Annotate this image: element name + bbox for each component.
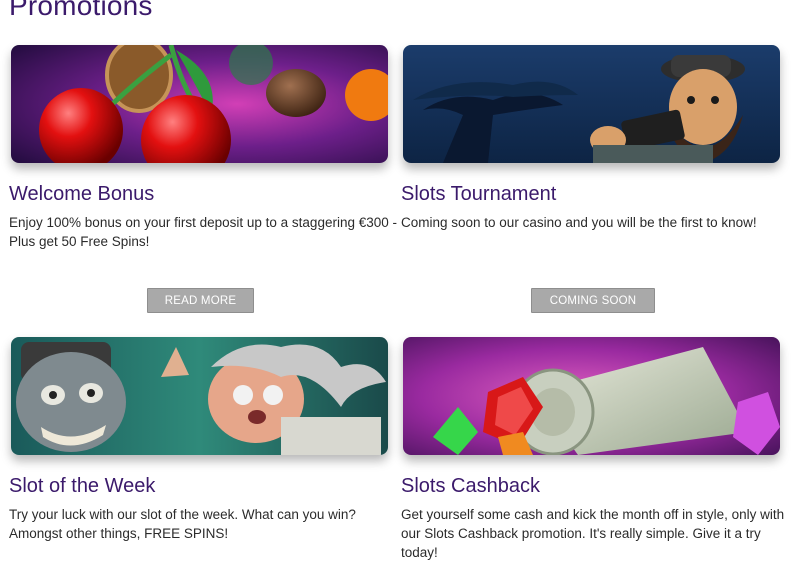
- promo-description: Get yourself some cash and kick the mont…: [401, 507, 785, 560]
- promo-card-welcome-bonus: Welcome Bonus Enjoy 100% bonus on your f…: [9, 45, 397, 320]
- promo-card-slot-of-the-week: Slot of the Week Try your luck with our …: [9, 337, 389, 550]
- promo-card-slots-tournament: Slots Tournament Coming soon to our casi…: [401, 45, 781, 320]
- gnome-with-phone-art: [403, 45, 780, 163]
- promo-title: Slots Cashback: [401, 475, 540, 497]
- read-more-button[interactable]: READ MORE: [147, 288, 254, 313]
- promo-description: Try your luck with our slot of the week.…: [9, 507, 356, 541]
- coming-soon-button[interactable]: COMING SOON: [531, 288, 655, 313]
- promo-card-slots-cashback: Slots Cashback Get yourself some cash an…: [401, 337, 784, 560]
- promo-description: Coming soon to our casino and you will b…: [401, 215, 757, 230]
- cash-roll-and-gems-art: [403, 337, 780, 455]
- promo-title: Slots Tournament: [401, 183, 557, 205]
- promo-image-cherries[interactable]: [11, 45, 388, 163]
- promo-title: Slot of the Week: [9, 475, 156, 497]
- cherries-and-coins-art: [11, 45, 388, 163]
- zombie-and-scientist-art: [11, 337, 388, 455]
- promo-title: Welcome Bonus: [9, 183, 155, 205]
- promo-image-zombie-scientist[interactable]: [11, 337, 388, 455]
- promo-description: Enjoy 100% bonus on your first deposit u…: [9, 215, 397, 249]
- page-title: Promotions: [9, 0, 153, 21]
- promo-image-gnome[interactable]: [403, 45, 780, 163]
- promo-image-cash-gems[interactable]: [403, 337, 780, 455]
